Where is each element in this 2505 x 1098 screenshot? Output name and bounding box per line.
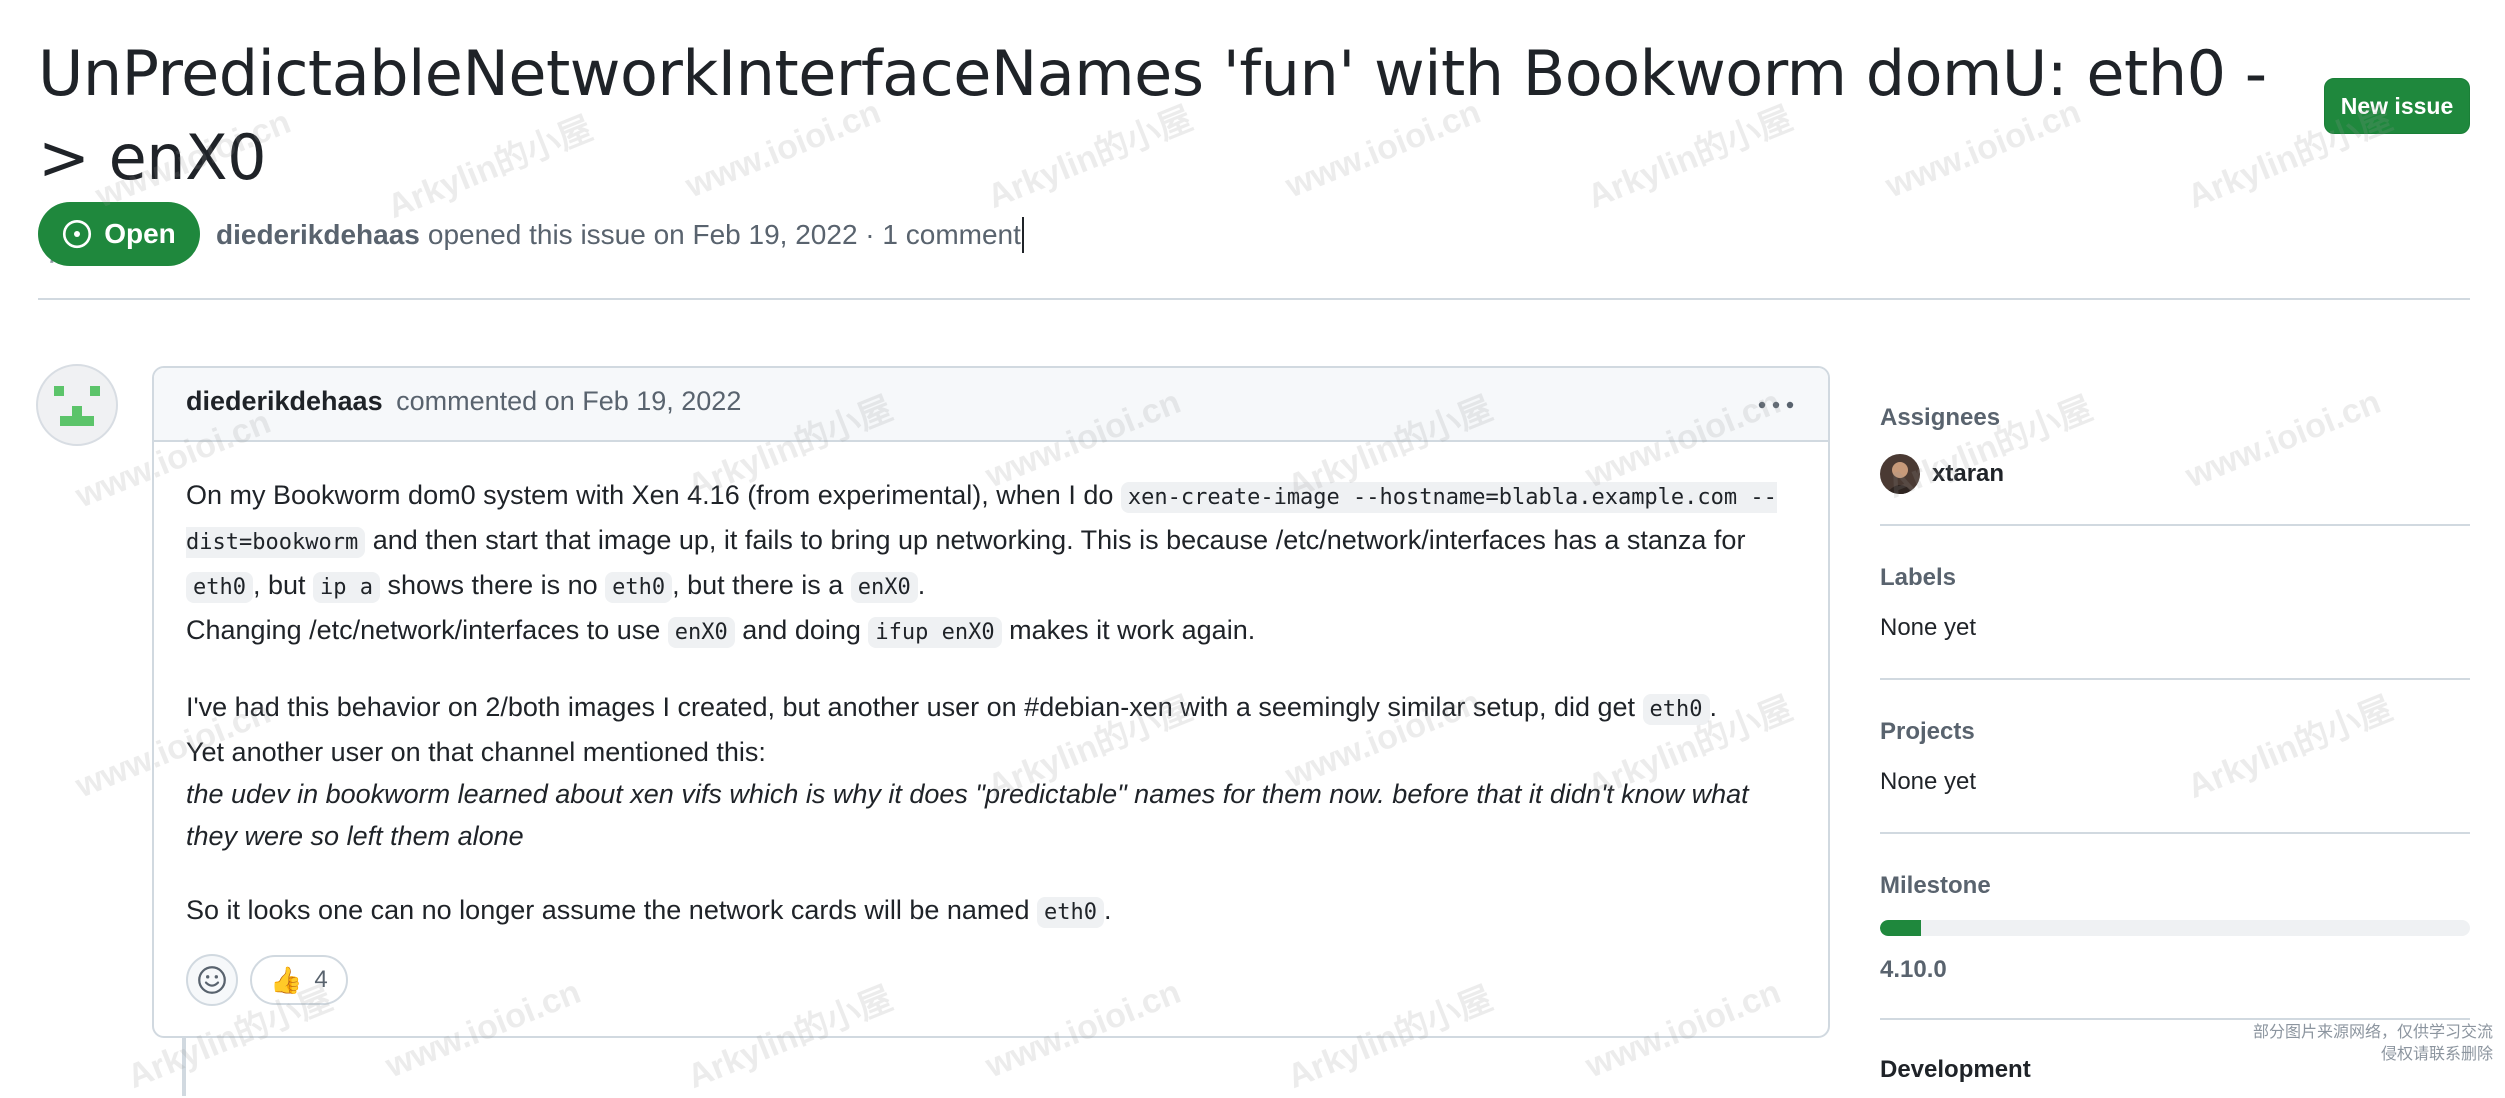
sidebar-divider [1880, 524, 2470, 526]
issue-meta: diederikdehaas opened this issue on Feb … [216, 210, 1024, 260]
sidebar-projects: Projects None yet [1880, 718, 2470, 796]
issue-opened-text: opened this issue on Feb 19, 2022 · 1 co… [427, 219, 1021, 250]
header-divider [38, 298, 2470, 300]
comment-author-avatar[interactable] [36, 364, 118, 446]
text-run: shows there is no [380, 570, 606, 600]
sidebar-projects-value: None yet [1880, 768, 1977, 795]
inline-code: enX0 [667, 617, 735, 648]
assignee-item[interactable]: xtaran [1880, 454, 2470, 494]
sidebar-milestone-heading[interactable]: Milestone [1880, 872, 2470, 900]
comment-card: diederikdehaas commented on Feb 19, 2022… [152, 366, 1830, 1038]
assignee-name[interactable]: xtaran [1932, 460, 2004, 488]
corner-note-line: 侵权请联系删除 [2380, 1046, 2493, 1063]
issue-state-label: Open [104, 218, 176, 249]
sidebar-labels-heading[interactable]: Labels [1880, 564, 2470, 592]
sidebar-milestone: Milestone 4.10.0 [1880, 872, 2470, 984]
corner-note-line: 部分图片来源网络，仅供学习交流 [2252, 1024, 2493, 1041]
text-run: . [917, 570, 926, 600]
quoted-text: the udev in bookworm learned about xen v… [186, 779, 1749, 851]
watermark-corner-note: 部分图片来源网络，仅供学习交流 侵权请联系删除 [2253, 1022, 2493, 1066]
milestone-progress-fill [1880, 920, 1922, 936]
inline-code: eth0 [186, 572, 253, 603]
text-run: Yet another user on that channel mention… [186, 737, 766, 767]
comment-body: On my Bookworm dom0 system with Xen 4.16… [186, 474, 1796, 966]
kebab-menu-icon[interactable] [1754, 390, 1798, 420]
inline-code: eth0 [1642, 694, 1710, 725]
sidebar-assignees: Assignees xtaran [1880, 404, 2470, 494]
new-issue-button[interactable]: New issue [2324, 78, 2470, 134]
inline-code: ip a [313, 572, 381, 603]
text-run: On my Bookworm dom0 system with Xen 4.16… [186, 480, 1121, 510]
comment-timestamp[interactable]: commented on Feb 19, 2022 [396, 386, 741, 416]
text-cursor [1021, 217, 1024, 253]
reactions-bar: 👍 4 [186, 952, 348, 1008]
sidebar-divider [1880, 678, 2470, 680]
sidebar-divider [1880, 1018, 2470, 1020]
sidebar-labels-value: None yet [1880, 614, 1977, 641]
timeline-line [182, 1036, 186, 1096]
text-run: and doing [734, 615, 869, 645]
text-run: Changing /etc/network/interfaces to use [186, 615, 668, 645]
sidebar-labels: Labels None yet [1880, 564, 2470, 642]
issue-author-link[interactable]: diederikdehaas [216, 219, 420, 251]
thumbs-up-reaction[interactable]: 👍 4 [250, 955, 348, 1005]
issue-title-text: UnPredictableNetworkInterfaceNames 'fun'… [38, 37, 2267, 194]
text-run: I've had this behavior on 2/both images … [186, 692, 1643, 722]
comment-author-link[interactable]: diederikdehaas [186, 386, 383, 416]
sidebar-assignees-heading[interactable]: Assignees [1880, 404, 2470, 432]
text-run: . [1709, 692, 1718, 722]
assignee-avatar [1880, 454, 1920, 494]
issue-state-badge: Open [38, 202, 200, 266]
issue-open-icon [63, 219, 92, 249]
sidebar-divider [1880, 832, 2470, 834]
inline-code: eth0 [605, 572, 673, 603]
identicon-icon [54, 386, 100, 426]
thumbs-up-count: 4 [314, 966, 328, 993]
comment-header-text: diederikdehaas commented on Feb 19, 2022 [186, 386, 741, 417]
sidebar-projects-heading[interactable]: Projects [1880, 718, 2470, 746]
smiley-icon [198, 966, 226, 994]
milestone-name-link[interactable]: 4.10.0 [1880, 956, 2470, 984]
inline-code: ifup enX0 [868, 617, 1002, 648]
comment-paragraph-1: On my Bookworm dom0 system with Xen 4.16… [186, 474, 1796, 654]
thumbs-up-icon: 👍 [270, 964, 303, 995]
text-run: , but there is a [672, 570, 851, 600]
comment-paragraph-2: I've had this behavior on 2/both images … [186, 686, 1796, 857]
inline-code: eth0 [1036, 897, 1104, 928]
text-run: . [1103, 895, 1112, 925]
text-run: , but [252, 570, 314, 600]
person-icon [1886, 462, 1914, 494]
inline-code: enX0 [850, 572, 918, 603]
text-run: So it looks one can no longer assume the… [186, 895, 1037, 925]
text-run: and then start that image up, it fails t… [365, 525, 1746, 555]
text-run: makes it work again. [1001, 615, 1256, 645]
comment-header: diederikdehaas commented on Feb 19, 2022 [154, 368, 1828, 442]
comment-paragraph-3: So it looks one can no longer assume the… [186, 889, 1796, 934]
milestone-progress-bar [1880, 920, 2470, 936]
add-reaction-button[interactable] [186, 954, 238, 1006]
